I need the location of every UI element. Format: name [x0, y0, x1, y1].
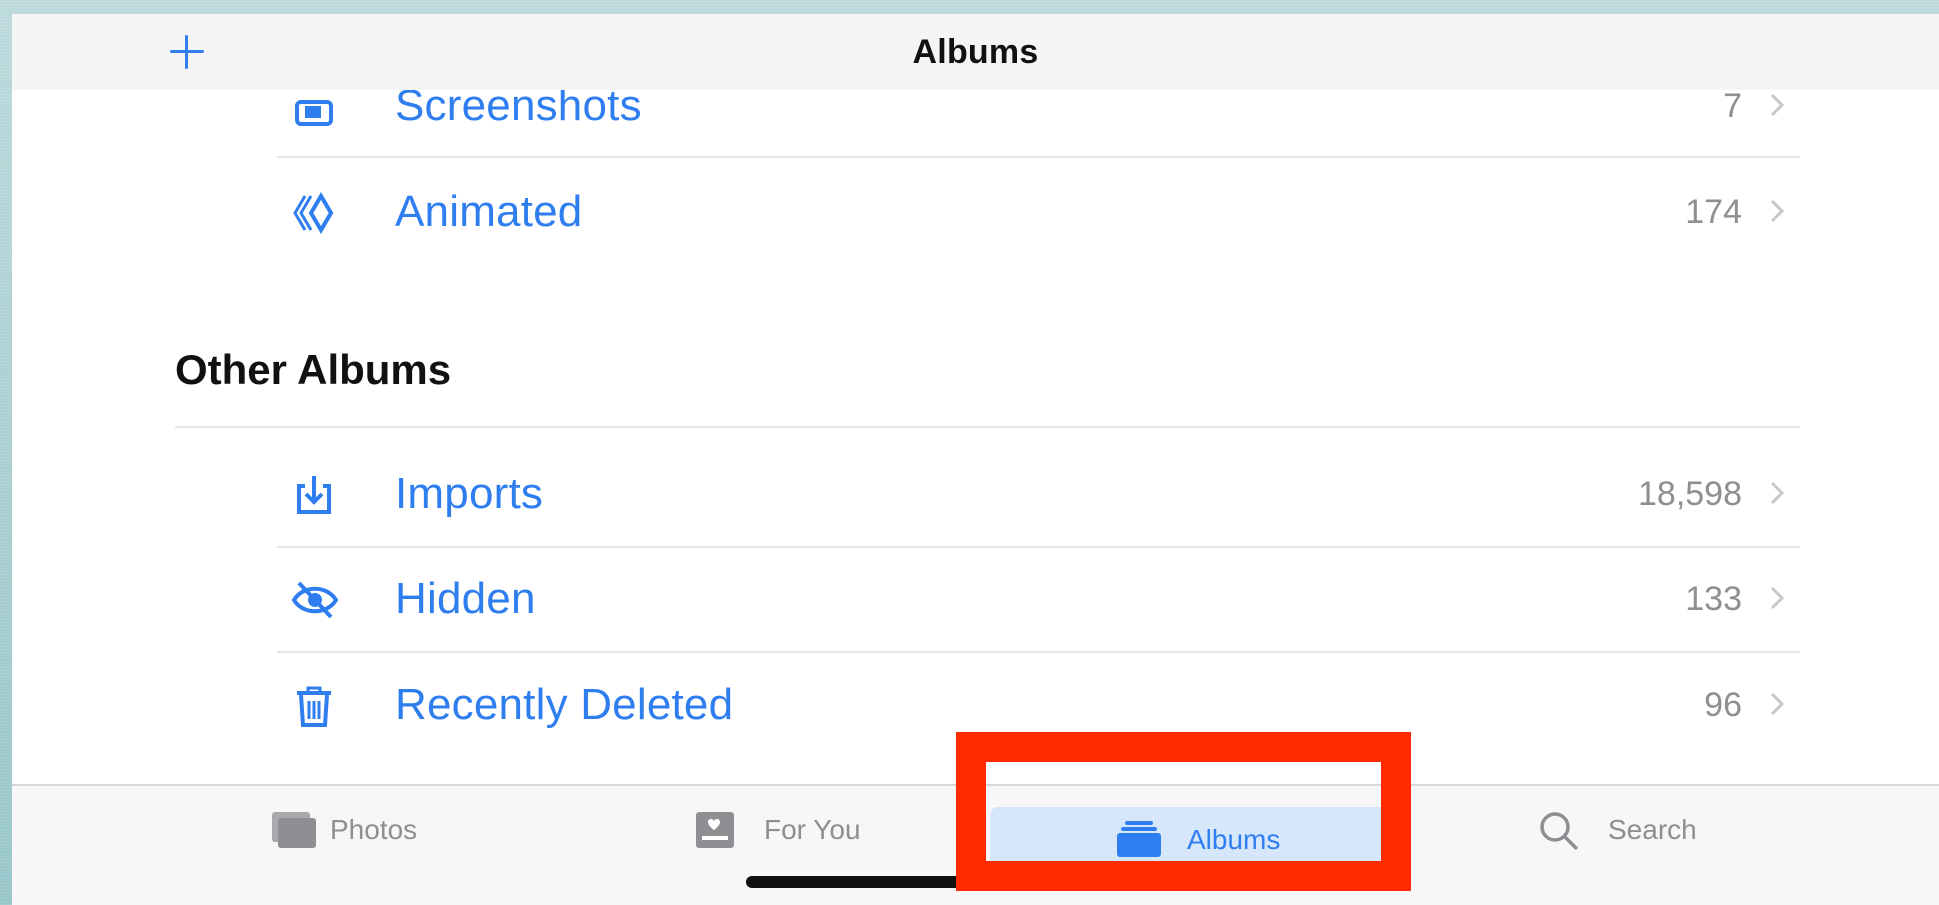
animated-icon	[291, 190, 337, 236]
section-divider	[175, 426, 1800, 428]
import-icon	[291, 472, 337, 518]
photos-icon	[270, 810, 318, 855]
chevron-right-icon	[1762, 478, 1792, 508]
highlight-annotation-box	[956, 732, 1411, 891]
tab-label: Search	[1608, 814, 1697, 845]
tab-for-you[interactable]: For You	[694, 804, 894, 860]
chevron-right-icon	[1762, 689, 1792, 719]
tab-label: Photos	[330, 814, 418, 845]
album-label: Imports	[395, 469, 544, 518]
chevron-right-icon	[1762, 583, 1792, 613]
album-row-imports[interactable]: Imports 18,598	[277, 442, 1800, 546]
albums-list[interactable]: Screenshots 7 Animated 174 Other Albums …	[12, 14, 1939, 784]
chevron-right-icon	[1762, 196, 1792, 226]
page-title: Albums	[912, 33, 1039, 71]
search-icon	[1538, 810, 1580, 857]
tab-search[interactable]: Search	[1538, 804, 1738, 860]
album-count: 18,598	[1638, 475, 1742, 513]
tab-label: For You	[764, 814, 861, 845]
album-count: 7	[1723, 87, 1742, 125]
navigation-bar: Albums	[12, 14, 1939, 90]
album-count: 174	[1685, 193, 1742, 231]
trash-icon	[291, 683, 337, 729]
album-row-animated[interactable]: Animated 174	[277, 160, 1800, 264]
album-label: Recently Deleted	[395, 680, 734, 729]
album-label: Hidden	[395, 574, 536, 623]
album-label: Animated	[395, 187, 583, 236]
album-row-hidden[interactable]: Hidden 133	[277, 547, 1800, 651]
section-title-other-albums: Other Albums	[175, 346, 452, 393]
album-count: 96	[1704, 686, 1742, 724]
row-divider	[277, 156, 1800, 158]
chevron-right-icon	[1762, 90, 1792, 120]
for-you-icon	[694, 810, 736, 855]
album-count: 133	[1685, 580, 1742, 618]
hidden-eye-icon	[291, 577, 339, 623]
tab-photos[interactable]: Photos	[270, 804, 470, 860]
screenshot-icon	[291, 84, 337, 130]
